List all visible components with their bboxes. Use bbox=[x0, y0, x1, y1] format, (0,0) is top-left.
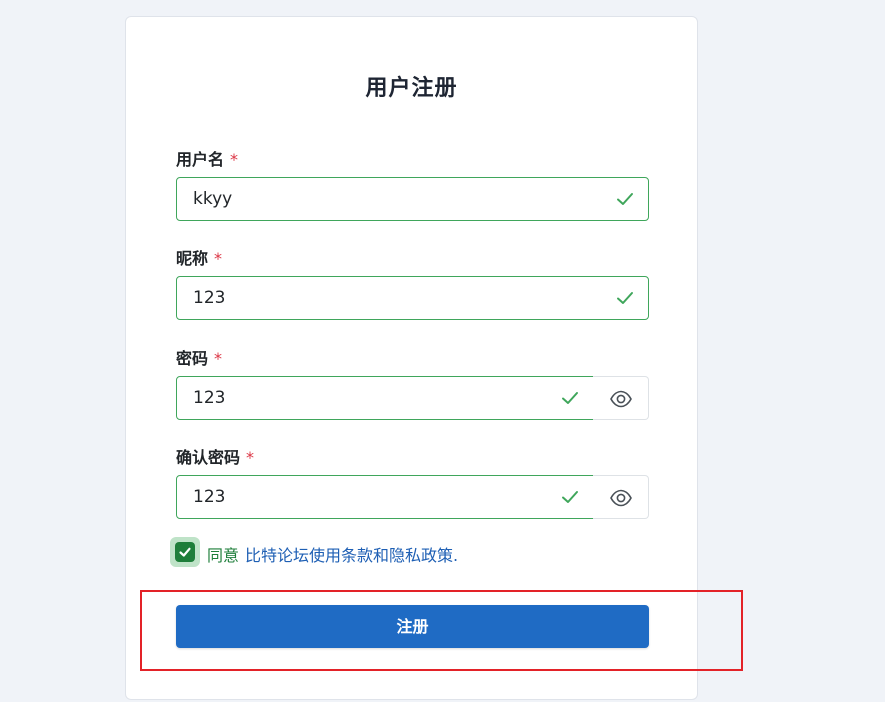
agree-label: 同意 bbox=[207, 546, 240, 565]
toggle-password-visibility-button[interactable] bbox=[593, 376, 649, 420]
check-icon bbox=[562, 491, 578, 503]
password-label-text: 密码 bbox=[176, 349, 209, 368]
username-value: kkyy bbox=[193, 189, 233, 209]
password-input[interactable]: 123 bbox=[176, 376, 594, 420]
username-input[interactable]: kkyy bbox=[176, 177, 649, 221]
nickname-label: 昵称 * bbox=[176, 245, 222, 269]
password-value: 123 bbox=[193, 388, 226, 408]
required-mark: * bbox=[214, 249, 223, 268]
nickname-input[interactable]: 123 bbox=[176, 276, 649, 320]
confirm-password-input[interactable]: 123 bbox=[176, 475, 594, 519]
highlight-box bbox=[140, 590, 743, 671]
confirm-password-label-text: 确认密码 bbox=[176, 448, 241, 467]
eye-icon bbox=[610, 390, 632, 408]
username-label-text: 用户名 bbox=[176, 150, 225, 169]
eye-icon bbox=[610, 489, 632, 507]
nickname-value: 123 bbox=[193, 288, 226, 308]
password-label: 密码 * bbox=[176, 345, 222, 369]
check-icon bbox=[617, 193, 633, 205]
required-mark: * bbox=[246, 448, 255, 467]
check-icon bbox=[562, 392, 578, 404]
checkmark-icon bbox=[179, 547, 191, 557]
agree-text: 同意 比特论坛使用条款和隐私政策. bbox=[207, 542, 458, 566]
username-label: 用户名 * bbox=[176, 146, 238, 170]
required-mark: * bbox=[214, 349, 223, 368]
checkbox-box bbox=[175, 542, 195, 562]
page-title: 用户注册 bbox=[365, 76, 458, 101]
required-mark: * bbox=[230, 150, 239, 169]
confirm-password-value: 123 bbox=[193, 487, 226, 507]
agree-checkbox[interactable] bbox=[170, 537, 200, 567]
confirm-password-label: 确认密码 * bbox=[176, 444, 254, 468]
nickname-label-text: 昵称 bbox=[176, 249, 209, 268]
check-icon bbox=[617, 292, 633, 304]
toggle-confirm-password-visibility-button[interactable] bbox=[593, 475, 649, 519]
terms-link[interactable]: 比特论坛使用条款和隐私政策. bbox=[245, 546, 458, 565]
